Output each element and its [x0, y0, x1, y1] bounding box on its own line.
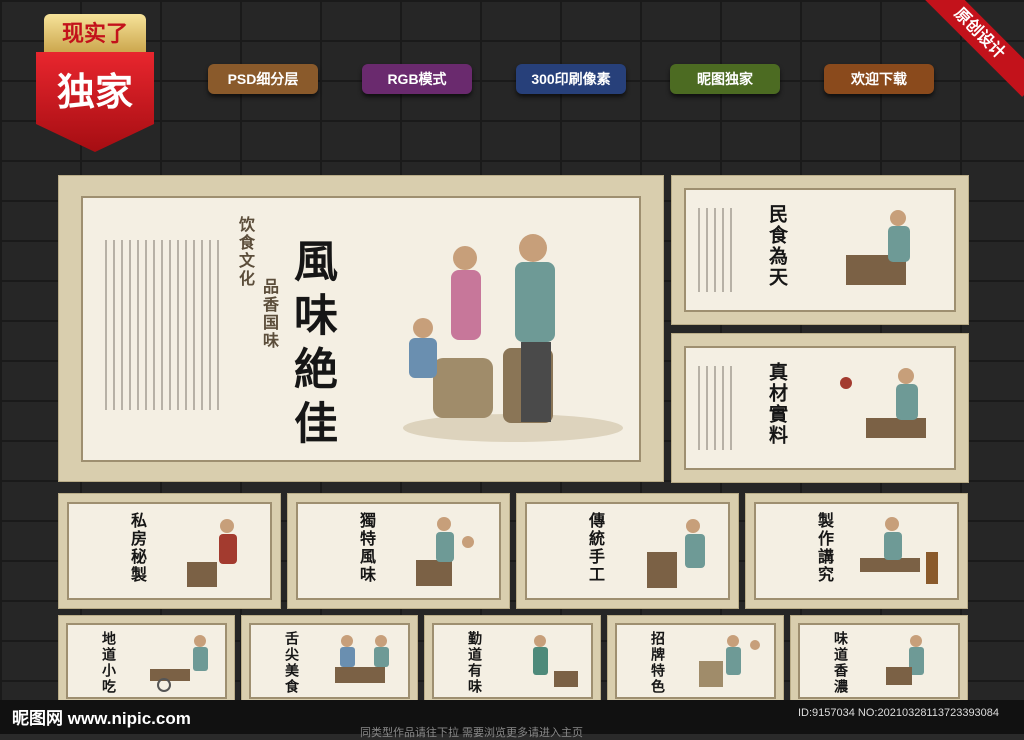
- panel-1-paper: 民食為天: [684, 188, 956, 312]
- main-title: 風味絶佳: [286, 238, 337, 454]
- badge-top-label: 现实了: [44, 14, 146, 54]
- tag-rgb[interactable]: RGB模式: [362, 64, 472, 94]
- panel-4-figure: [416, 517, 474, 586]
- brand-a: 饮食文化: [236, 216, 255, 288]
- brand-b: 品香国味: [260, 278, 279, 350]
- tag-exclusive[interactable]: 昵图独家: [670, 64, 780, 94]
- panel-6-title: 製作講究: [815, 512, 834, 584]
- panel-9-paper: 勤道有味: [432, 623, 593, 699]
- panel-2-paper: 真材實料: [684, 346, 956, 470]
- panel-9-figure: [533, 635, 578, 687]
- badge-main-label: 独家: [36, 52, 154, 152]
- panel-10-title: 招牌特色: [649, 631, 665, 695]
- site-logo[interactable]: 昵图网 www.nipic.com: [12, 704, 191, 729]
- tag-rgb-label: RGB模式: [387, 71, 447, 87]
- panel-8-paper: 舌尖美食: [249, 623, 410, 699]
- tag-psd-label: PSD细分层: [227, 71, 299, 87]
- cooks-illustration: [403, 234, 623, 442]
- main-paper: 饮食文化 品香国味 風味絶佳: [81, 196, 641, 462]
- panel-4-title: 獨特風味: [357, 512, 376, 584]
- panel-7-title: 地道小吃: [100, 631, 116, 695]
- panel-10-paper: 招牌特色: [615, 623, 776, 699]
- panel-3-title: 私房秘製: [128, 512, 147, 584]
- panel-8-title: 舌尖美食: [283, 631, 299, 695]
- panel-7-figure: [150, 635, 208, 692]
- panel-5-figure: [647, 519, 705, 588]
- panel-3-paper: 私房秘製: [67, 502, 272, 600]
- body-text-block: [105, 240, 225, 410]
- panel-2-figure: [840, 368, 926, 438]
- panel-1-figure: [846, 210, 910, 285]
- panel-5-title: 傳統手工: [586, 512, 605, 584]
- panel-4: 獨特風味: [287, 493, 510, 609]
- image-id: ID:9157034 NO:20210328113723393084: [798, 707, 1000, 719]
- panel-2-text: [698, 366, 738, 450]
- panel-11: 味道香濃: [790, 615, 968, 707]
- panel-7: 地道小吃: [58, 615, 235, 707]
- tag-download-label: 欢迎下载: [851, 71, 907, 87]
- panel-8: 舌尖美食: [241, 615, 418, 707]
- tag-exclusive-label: 昵图独家: [697, 71, 753, 87]
- panel-1: 民食為天: [671, 175, 969, 325]
- panel-1-title: 民食為天: [766, 204, 788, 288]
- panel-8-figure: [335, 635, 389, 683]
- panel-9-title: 勤道有味: [466, 631, 482, 695]
- panel-11-title: 味道香濃: [832, 631, 848, 695]
- tag-300dpi[interactable]: 300印刷像素: [516, 64, 626, 94]
- footer-tip: 同类型作品请往下拉 需要浏览更多请进入主页: [360, 727, 584, 739]
- panel-11-figure: [886, 635, 924, 685]
- panel-6-figure: [860, 517, 938, 584]
- panel-6: 製作講究: [745, 493, 968, 609]
- panel-9: 勤道有味: [424, 615, 601, 707]
- panel-6-paper: 製作講究: [754, 502, 959, 600]
- panel-5-paper: 傳統手工: [525, 502, 730, 600]
- panel-1-text: [698, 208, 738, 292]
- panel-11-paper: 味道香濃: [798, 623, 960, 699]
- panel-5: 傳統手工: [516, 493, 739, 609]
- panel-3: 私房秘製: [58, 493, 281, 609]
- panel-2-title: 真材實料: [766, 362, 788, 446]
- panel-4-paper: 獨特風味: [296, 502, 501, 600]
- exclusive-badge: 现实了 独家: [36, 14, 154, 154]
- panel-10: 招牌特色: [607, 615, 784, 707]
- corner-ribbon: 原创设计: [914, 0, 1024, 110]
- tag-300dpi-label: 300印刷像素: [531, 71, 611, 87]
- tag-psd[interactable]: PSD细分层: [208, 64, 318, 94]
- corner-ribbon-label: 原创设计: [916, 0, 1024, 97]
- panel-3-figure: [187, 519, 237, 587]
- panel-2: 真材實料: [671, 333, 969, 483]
- main-panel: 饮食文化 品香国味 風味絶佳: [58, 175, 664, 482]
- panel-7-paper: 地道小吃: [66, 623, 227, 699]
- panel-10-figure: [699, 635, 760, 687]
